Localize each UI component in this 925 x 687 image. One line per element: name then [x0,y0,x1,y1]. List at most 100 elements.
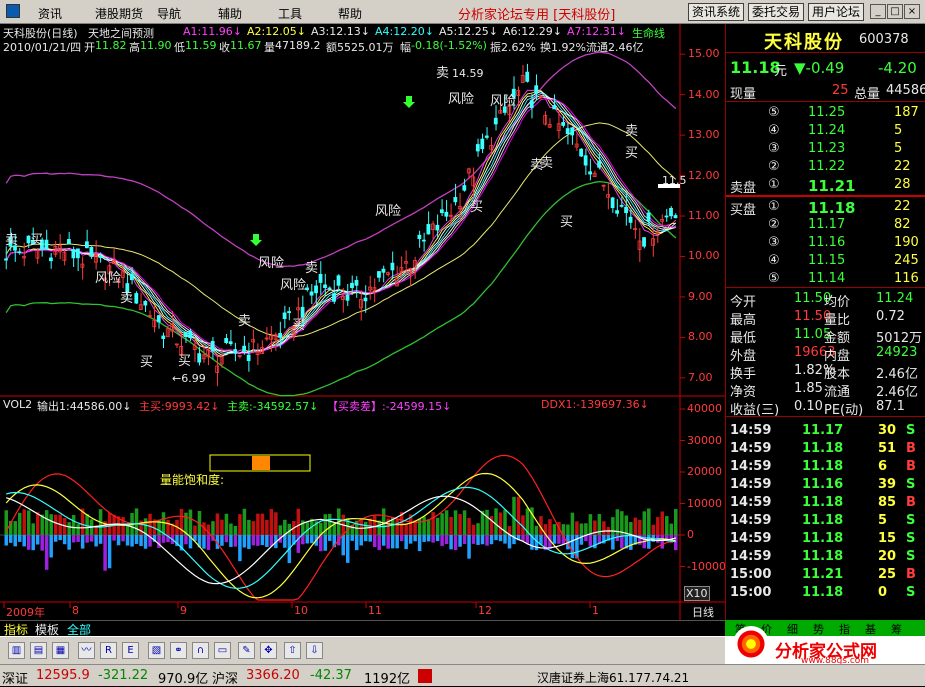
ma-line [5,96,676,355]
trade-signal-label: 风险 [490,94,517,109]
volume-bar-negative [260,535,265,546]
high-value: 11.90 [140,39,172,52]
volume-bar-negative [283,535,287,548]
time-axis-label: 8 [72,604,79,617]
turnover-value: 换1.92% [540,41,586,54]
tick-volume: 15 [878,531,897,546]
ask-volume: 28 [894,177,911,192]
trade-button[interactable]: 委托交易 [748,3,805,21]
ask-price: 11.25 [808,105,846,120]
volume-bar-positive [395,519,399,535]
volume-bar-positive [422,516,426,535]
app-logo-icon [6,4,20,18]
eraser-tool-icon[interactable]: ▭ [214,642,231,659]
volume-bar-positive [494,508,498,535]
panel-divider [726,287,925,288]
ad-banner[interactable]: 分析家公式网 www.88gs.com [725,626,925,666]
kline-chart-area[interactable]: 天科股份(日线) 天地之间预测 A1:11.96↓ A2:12.05↓ A3:1… [0,24,725,620]
candle-body [619,204,624,207]
volume-bar-negative [399,535,404,542]
tick-side: S [906,585,916,600]
compare-tool-icon[interactable]: ▧ [148,642,165,659]
volume-bar-negative [417,535,422,552]
close-value: 11.67 [230,39,262,52]
volume-bar-positive [575,521,579,535]
rsi-tool-icon[interactable]: R [100,642,117,659]
trade-signal-label: 卖 [540,156,554,171]
volume-bar-positive [372,515,377,535]
volume-bar-positive [534,525,539,535]
minimize-icon[interactable]: _ [870,4,886,19]
volume-bar-negative [323,535,328,551]
news-system-button[interactable]: 资讯系统 [688,3,745,21]
sz-change: -321.22 [98,668,149,683]
volume-bar-negative [85,535,89,543]
vol-main-sell: 主卖:-34592.57↓ [227,400,319,413]
menu-item-hk-futures[interactable]: 港股期货 [95,5,143,22]
volume-bar-positive [444,510,449,535]
quote-tab[interactable]: 指 [839,621,850,637]
time-axis-label: 9 [180,604,187,617]
quote-tab[interactable]: 基 [865,621,876,637]
life-line [5,122,677,338]
magnet-tool-icon[interactable]: ∩ [192,642,209,659]
volume-bar-negative [480,535,485,545]
volume-bar-positive [161,512,166,535]
trade-signal-label: 买 [625,146,639,161]
candle-body [453,197,458,203]
low-price-label: ←6.99 [172,372,206,385]
volume-bar-positive [76,524,80,535]
arrow-down-tool-icon[interactable]: ⇩ [306,642,323,659]
menu-item-aux[interactable]: 辅助 [218,5,242,22]
ask-price: 11.22 [808,159,846,174]
quote-tab[interactable]: 细 [787,621,798,637]
quote-tab[interactable]: 筹 [891,621,902,637]
candle-body [314,285,318,294]
tick-price: 11.18 [802,495,844,510]
chart-canvas[interactable] [0,24,725,620]
volume-bar-positive [629,521,633,535]
volume-bar-negative [224,535,229,543]
candle-body [417,234,422,240]
menu-item-nav[interactable]: 导航 [157,5,181,22]
candle-body [426,224,431,235]
menu-item-help[interactable]: 帮助 [338,5,362,22]
candle-body [439,209,444,214]
volume-bar-positive [22,509,26,535]
ask-row: ④ 11.24 5 [726,122,925,140]
indicator-bands [5,51,677,397]
quote-tab[interactable]: 势 [813,621,824,637]
forum-button[interactable]: 用户论坛 [808,3,865,21]
bar-chart-tool-icon[interactable]: ▥ [8,642,25,659]
grid-tool-icon[interactable]: ▦ [52,642,69,659]
pencil-tool-icon[interactable]: ✎ [238,642,255,659]
trend-tool-icon[interactable]: 〰 [78,642,95,659]
volume-bar-negative [372,535,377,548]
vol-buy-sell-diff: 【买卖差】:-24599.15↓ [327,400,452,413]
candle-body [242,345,247,352]
volume-bar-negative [674,535,678,551]
kline-tool-icon[interactable]: ▤ [30,642,47,659]
ma-a2: A2:12.05↓ [247,25,306,38]
arrow-up-tool-icon[interactable]: ⇧ [284,642,301,659]
menu-item-tools[interactable]: 工具 [278,5,302,22]
vol-panel-name: VOL2 [3,398,33,411]
move-tool-icon[interactable]: ✥ [260,642,277,659]
float-shares-value: 流通2.46亿 [586,41,644,54]
volume-bar-negative [40,535,44,551]
stat-value: 0.72 [876,309,905,324]
close-icon[interactable]: × [904,4,920,19]
tick-row: 14:59 11.16 39 S [726,476,925,494]
maximize-icon[interactable]: □ [887,4,903,19]
ask-level: ② [768,159,780,174]
link-tool-icon[interactable]: ⚭ [170,642,187,659]
candle-body [444,211,449,217]
menu-item-info[interactable]: 资讯 [38,5,62,22]
candle-body [183,332,188,337]
volume-bar-positive [458,514,462,535]
eif-tool-icon[interactable]: E [122,642,139,659]
status-flag-icon [418,669,432,683]
tick-price: 11.18 [802,549,844,564]
period-label[interactable]: 日线 [692,604,714,620]
tick-time: 14:59 [730,549,772,564]
